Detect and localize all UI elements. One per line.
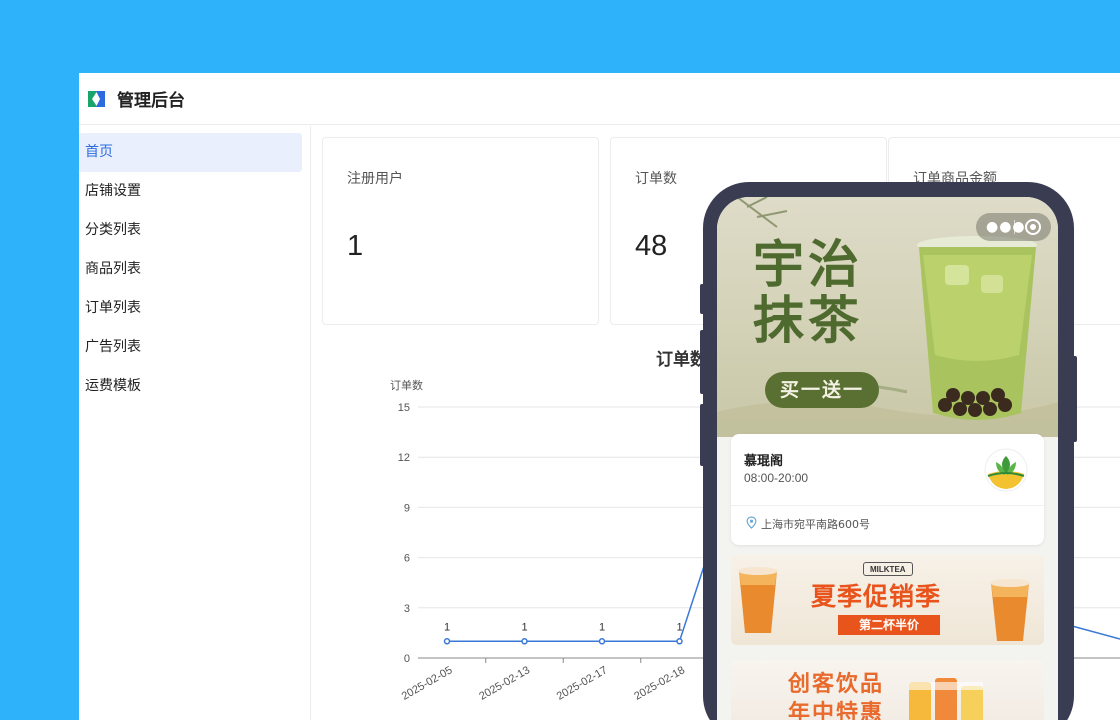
data-point[interactable] <box>676 638 683 645</box>
data-label: 1 <box>444 621 450 633</box>
shop-info-card[interactable]: 慕琨阁 08:00-20:00 上海市宛平南路600号 <box>731 434 1044 545</box>
data-label: 1 <box>676 621 682 633</box>
close-target-icon[interactable] <box>1025 219 1041 235</box>
series-line-fragment <box>1071 625 1120 640</box>
matcha-cup-image <box>917 236 1037 420</box>
y-tick-label: 3 <box>404 603 410 615</box>
promo-tag: MILKTEA <box>863 562 913 576</box>
promo-headline: 夏季促销季 <box>811 582 942 611</box>
capsule-divider <box>1014 220 1015 234</box>
phone-screen: 宇治 抹茶 买一送一 ●●● 慕琨阁 08:00-20:00 上海市宛平南路60… <box>717 197 1058 720</box>
data-label: 1 <box>521 621 527 633</box>
shop-address: 上海市宛平南路600号 <box>761 518 870 531</box>
hero-banner[interactable]: 宇治 抹茶 买一送一 ●●● <box>717 197 1058 437</box>
y-tick-label: 6 <box>404 553 410 565</box>
y-tick-label: 12 <box>398 452 410 464</box>
shop-logo-icon <box>984 448 1028 492</box>
promo-banner-midyear[interactable]: 创客饮品 年中特惠 <box>731 660 1044 720</box>
promo-subline: 第二杯半价 <box>838 615 940 635</box>
data-point[interactable] <box>521 638 528 645</box>
y-tick-label: 9 <box>404 502 410 514</box>
hero-title-line1: 宇治 <box>753 235 864 295</box>
series-line <box>447 549 711 643</box>
promo-headline: 创客饮品 年中特惠 <box>788 670 884 720</box>
promo-line1: 创客饮品 <box>788 672 885 697</box>
hero-title: 宇治 抹茶 <box>753 237 863 349</box>
x-tick-label: 2025-02-18 <box>632 664 687 703</box>
miniprogram-menu-capsule[interactable]: ●●● <box>976 213 1051 241</box>
shop-name: 慕琨阁 <box>744 454 784 469</box>
x-tick-label: 2025-02-17 <box>555 664 610 703</box>
shop-hours: 08:00-20:00 <box>744 471 809 485</box>
divider <box>731 505 1044 506</box>
y-axis-label: 订单数 <box>390 379 423 392</box>
promo-drinks-image <box>909 678 983 720</box>
data-point[interactable] <box>598 638 606 645</box>
hero-promo-pill: 买一送一 <box>765 372 879 408</box>
x-tick-label: 2025-02-13 <box>477 664 532 703</box>
data-label: 1 <box>599 621 605 633</box>
more-dots-icon[interactable]: ●●● <box>986 220 1026 234</box>
promo-banner-summer[interactable]: MILKTEA 夏季促销季 第二杯半价 <box>731 555 1044 645</box>
y-tick-label: 15 <box>398 402 410 414</box>
location-pin-icon <box>746 516 757 529</box>
x-tick-label: 2025-02-05 <box>400 664 455 703</box>
y-tick-label: 0 <box>404 653 410 665</box>
data-point[interactable] <box>443 638 451 645</box>
hero-title-line2: 抹茶 <box>753 291 864 351</box>
promo-line2: 年中特惠 <box>788 701 885 720</box>
